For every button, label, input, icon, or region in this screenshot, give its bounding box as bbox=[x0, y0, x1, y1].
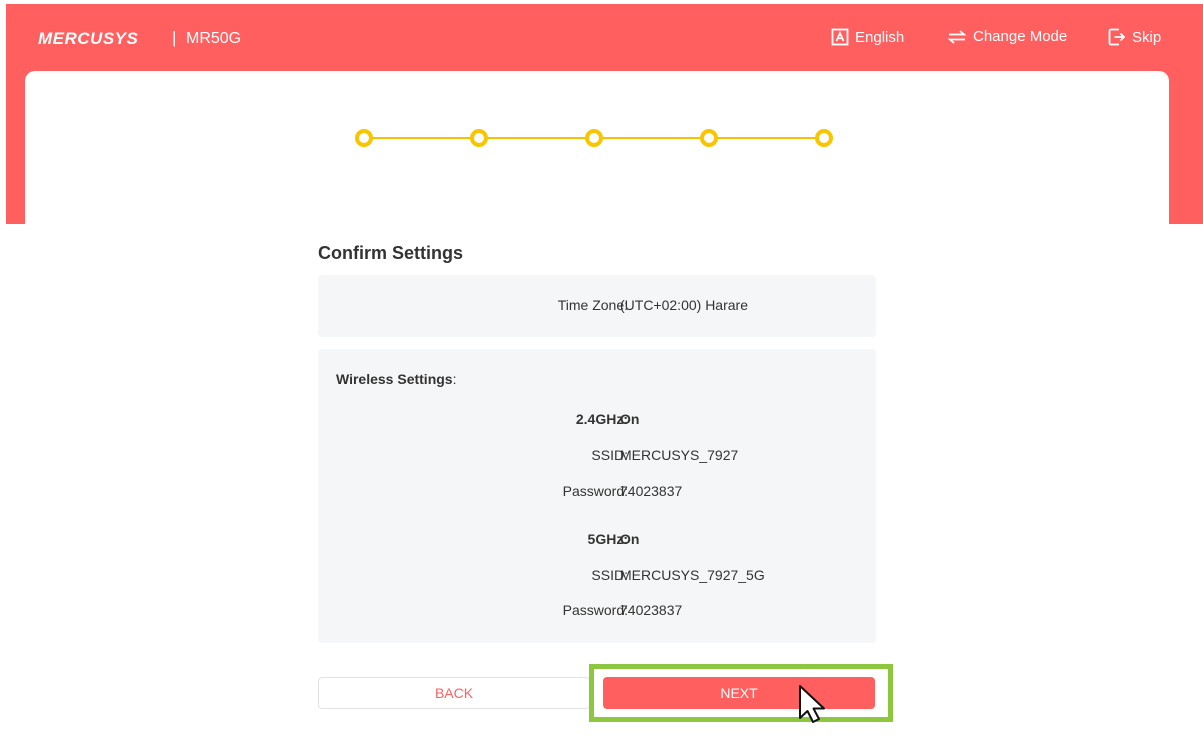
time-zone-panel: Time Zone: (UTC+02:00) Harare bbox=[318, 275, 876, 337]
letter-a-box-icon bbox=[831, 28, 849, 46]
next-button-highlight bbox=[589, 664, 893, 722]
band-24-ssid-value: MERCUSYS_7927 bbox=[620, 447, 739, 463]
swap-arrows-icon bbox=[947, 29, 967, 44]
step-dot-5 bbox=[815, 129, 833, 147]
wireless-title-colon: : bbox=[452, 371, 457, 387]
band-5-password-label: Password: bbox=[562, 602, 628, 618]
change-mode-label: Change Mode bbox=[973, 28, 1068, 45]
wireless-title-text: Wireless Settings bbox=[336, 371, 453, 387]
page-title: Confirm Settings bbox=[318, 243, 464, 263]
back-button[interactable]: BACK bbox=[318, 677, 590, 709]
skip-button[interactable]: Skip bbox=[1108, 28, 1161, 46]
band-24-password-value: 74023837 bbox=[620, 483, 683, 499]
top-bar: MERCUSYS | MR50G English Change Mode Ski… bbox=[6, 4, 1203, 64]
change-mode-button[interactable]: Change Mode bbox=[947, 28, 1067, 45]
band-5-password-value: 74023837 bbox=[620, 602, 683, 618]
band-5-ssid-value: MERCUSYS_7927_5G bbox=[620, 567, 765, 583]
time-zone-value: (UTC+02:00) Harare bbox=[620, 297, 748, 313]
step-dot-1 bbox=[355, 129, 373, 147]
brand-separator: | bbox=[172, 28, 177, 47]
time-zone-label: Time Zone: bbox=[557, 297, 628, 313]
exit-arrow-icon bbox=[1108, 28, 1126, 46]
language-label: English bbox=[855, 28, 905, 46]
mouse-pointer-icon bbox=[799, 685, 825, 723]
step-dot-3 bbox=[585, 129, 603, 147]
skip-label: Skip bbox=[1132, 28, 1162, 46]
step-dot-4 bbox=[700, 129, 718, 147]
band-5-status: On bbox=[620, 531, 640, 547]
band-24-status: On bbox=[620, 411, 640, 427]
brand-logo: MERCUSYS bbox=[38, 29, 139, 48]
step-dot-2 bbox=[470, 129, 488, 147]
progress-stepper bbox=[355, 126, 845, 150]
language-button[interactable]: English bbox=[831, 28, 904, 46]
wireless-panel: Wireless Settings: 2.4GHz: On SSID: MERC… bbox=[318, 349, 876, 643]
band-24-password-label: Password: bbox=[562, 483, 628, 499]
wireless-section-title: Wireless Settings: bbox=[336, 371, 456, 387]
model-name: MR50G bbox=[186, 30, 242, 47]
